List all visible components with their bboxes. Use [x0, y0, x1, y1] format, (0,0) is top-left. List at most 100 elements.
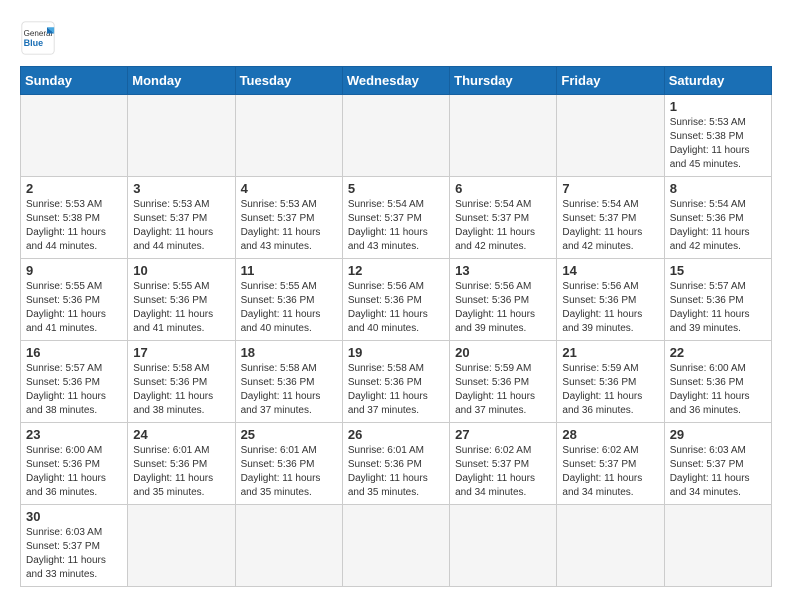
- calendar-cell: 16Sunrise: 5:57 AM Sunset: 5:36 PM Dayli…: [21, 341, 128, 423]
- day-number: 26: [348, 427, 444, 442]
- calendar-cell: [235, 95, 342, 177]
- header-monday: Monday: [128, 67, 235, 95]
- calendar-cell: 17 Sunrise: 5:58 AM Sunset: 5:36 PM Dayli…: [128, 341, 235, 423]
- calendar-cell: 5 Sunrise: 5:54 AM Sunset: 5:37 PM Daylig…: [342, 177, 449, 259]
- day-info: Sunrise: 6:02 AM Sunset: 5:37 PM Dayligh…: [455, 444, 551, 500]
- calendar-cell: 14 Sunrise: 5:56 AM Sunset: 5:36 PM Dayli…: [557, 259, 664, 341]
- calendar-cell: [664, 505, 771, 587]
- day-number: 21: [562, 345, 658, 360]
- day-number: 13: [455, 263, 551, 278]
- header-wednesday: Wednesday: [342, 67, 449, 95]
- calendar-cell: 29 Sunrise: 6:03 AM Sunset: 5:37 PM Dayli…: [664, 423, 771, 505]
- calendar-cell: 9 Sunrise: 5:55 AM Sunset: 5:36 PM Daylig…: [21, 259, 128, 341]
- day-info: Sunrise: 5:56 AM Sunset: 5:36 PM Dayligh…: [455, 280, 551, 336]
- day-number: 12: [348, 263, 444, 278]
- calendar-cell: [450, 505, 557, 587]
- day-info: Sunrise: 5:55 AM Sunset: 5:36 PM Dayligh…: [241, 280, 337, 336]
- header-tuesday: Tuesday: [235, 67, 342, 95]
- day-number: 27: [455, 427, 551, 442]
- day-number: 17: [133, 345, 229, 360]
- calendar-cell: 20 Sunrise: 5:59 AM Sunset: 5:36 PM Dayli…: [450, 341, 557, 423]
- day-number: 7: [562, 181, 658, 196]
- day-number: 19: [348, 345, 444, 360]
- day-info: Sunrise: 6:00 AM Sunset: 5:36 PM Dayligh…: [670, 362, 766, 418]
- calendar-week-4: 16Sunrise: 5:57 AM Sunset: 5:36 PM Dayli…: [21, 341, 772, 423]
- day-number: 5: [348, 181, 444, 196]
- day-number: 29: [670, 427, 766, 442]
- day-info: Sunrise: 5:54 AM Sunset: 5:37 PM Dayligh…: [348, 198, 444, 254]
- calendar-cell: 12Sunrise: 5:56 AM Sunset: 5:36 PM Dayli…: [342, 259, 449, 341]
- day-info: Sunrise: 5:54 AM Sunset: 5:36 PM Dayligh…: [670, 198, 766, 254]
- day-number: 10: [133, 263, 229, 278]
- header-saturday: Saturday: [664, 67, 771, 95]
- day-info: Sunrise: 6:01 AM Sunset: 5:36 PM Dayligh…: [133, 444, 229, 500]
- day-number: 8: [670, 181, 766, 196]
- calendar-cell: [128, 95, 235, 177]
- day-number: 25: [241, 427, 337, 442]
- calendar-cell: 24 Sunrise: 6:01 AM Sunset: 5:36 PM Dayli…: [128, 423, 235, 505]
- page-header: General Blue: [20, 20, 772, 56]
- day-info: Sunrise: 5:59 AM Sunset: 5:36 PM Dayligh…: [455, 362, 551, 418]
- calendar-cell: 13 Sunrise: 5:56 AM Sunset: 5:36 PM Dayli…: [450, 259, 557, 341]
- calendar-cell: 3Sunrise: 5:53 AM Sunset: 5:37 PM Daylig…: [128, 177, 235, 259]
- day-number: 23: [26, 427, 122, 442]
- day-number: 11: [241, 263, 337, 278]
- calendar-week-6: 30 Sunrise: 6:03 AM Sunset: 5:37 PM Dayli…: [21, 505, 772, 587]
- calendar-cell: 1Sunrise: 5:53 AM Sunset: 5:38 PM Daylig…: [664, 95, 771, 177]
- day-number: 20: [455, 345, 551, 360]
- day-info: Sunrise: 5:53 AM Sunset: 5:38 PM Dayligh…: [26, 198, 122, 254]
- day-number: 15: [670, 263, 766, 278]
- header-friday: Friday: [557, 67, 664, 95]
- calendar-cell: 2Sunrise: 5:53 AM Sunset: 5:38 PM Daylig…: [21, 177, 128, 259]
- logo-icon: General Blue: [20, 20, 56, 56]
- svg-text:Blue: Blue: [24, 38, 44, 48]
- calendar-week-2: 2Sunrise: 5:53 AM Sunset: 5:38 PM Daylig…: [21, 177, 772, 259]
- calendar-cell: [450, 95, 557, 177]
- calendar-cell: 15Sunrise: 5:57 AM Sunset: 5:36 PM Dayli…: [664, 259, 771, 341]
- day-info: Sunrise: 5:53 AM Sunset: 5:37 PM Dayligh…: [133, 198, 229, 254]
- calendar-cell: 27 Sunrise: 6:02 AM Sunset: 5:37 PM Dayli…: [450, 423, 557, 505]
- calendar-cell: 11 Sunrise: 5:55 AM Sunset: 5:36 PM Dayli…: [235, 259, 342, 341]
- day-number: 1: [670, 99, 766, 114]
- calendar-cell: [21, 95, 128, 177]
- day-info: Sunrise: 5:54 AM Sunset: 5:37 PM Dayligh…: [455, 198, 551, 254]
- day-number: 4: [241, 181, 337, 196]
- day-number: 28: [562, 427, 658, 442]
- calendar-cell: 6 Sunrise: 5:54 AM Sunset: 5:37 PM Daylig…: [450, 177, 557, 259]
- day-info: Sunrise: 5:58 AM Sunset: 5:36 PM Dayligh…: [348, 362, 444, 418]
- calendar-week-1: 1Sunrise: 5:53 AM Sunset: 5:38 PM Daylig…: [21, 95, 772, 177]
- calendar-cell: 23 Sunrise: 6:00 AM Sunset: 5:36 PM Dayli…: [21, 423, 128, 505]
- calendar-cell: [557, 95, 664, 177]
- calendar-cell: [128, 505, 235, 587]
- day-number: 30: [26, 509, 122, 524]
- calendar-cell: 26Sunrise: 6:01 AM Sunset: 5:36 PM Dayli…: [342, 423, 449, 505]
- day-info: Sunrise: 6:00 AM Sunset: 5:36 PM Dayligh…: [26, 444, 122, 500]
- calendar: SundayMondayTuesdayWednesdayThursdayFrid…: [20, 66, 772, 587]
- day-info: Sunrise: 6:02 AM Sunset: 5:37 PM Dayligh…: [562, 444, 658, 500]
- day-number: 24: [133, 427, 229, 442]
- day-info: Sunrise: 5:59 AM Sunset: 5:36 PM Dayligh…: [562, 362, 658, 418]
- calendar-cell: 4Sunrise: 5:53 AM Sunset: 5:37 PM Daylig…: [235, 177, 342, 259]
- day-info: Sunrise: 6:03 AM Sunset: 5:37 PM Dayligh…: [26, 526, 122, 582]
- day-info: Sunrise: 5:55 AM Sunset: 5:36 PM Dayligh…: [26, 280, 122, 336]
- header-thursday: Thursday: [450, 67, 557, 95]
- day-number: 6: [455, 181, 551, 196]
- day-info: Sunrise: 5:58 AM Sunset: 5:36 PM Dayligh…: [133, 362, 229, 418]
- day-info: Sunrise: 5:58 AM Sunset: 5:36 PM Dayligh…: [241, 362, 337, 418]
- day-number: 14: [562, 263, 658, 278]
- logo: General Blue: [20, 20, 62, 56]
- calendar-cell: 7 Sunrise: 5:54 AM Sunset: 5:37 PM Daylig…: [557, 177, 664, 259]
- day-number: 9: [26, 263, 122, 278]
- day-info: Sunrise: 6:03 AM Sunset: 5:37 PM Dayligh…: [670, 444, 766, 500]
- day-number: 22: [670, 345, 766, 360]
- day-info: Sunrise: 5:56 AM Sunset: 5:36 PM Dayligh…: [562, 280, 658, 336]
- calendar-cell: 28 Sunrise: 6:02 AM Sunset: 5:37 PM Dayli…: [557, 423, 664, 505]
- calendar-cell: 25Sunrise: 6:01 AM Sunset: 5:36 PM Dayli…: [235, 423, 342, 505]
- calendar-cell: 19 Sunrise: 5:58 AM Sunset: 5:36 PM Dayli…: [342, 341, 449, 423]
- calendar-cell: 30 Sunrise: 6:03 AM Sunset: 5:37 PM Dayli…: [21, 505, 128, 587]
- calendar-cell: [235, 505, 342, 587]
- day-info: Sunrise: 5:54 AM Sunset: 5:37 PM Dayligh…: [562, 198, 658, 254]
- calendar-cell: 10Sunrise: 5:55 AM Sunset: 5:36 PM Dayli…: [128, 259, 235, 341]
- calendar-cell: 18Sunrise: 5:58 AM Sunset: 5:36 PM Dayli…: [235, 341, 342, 423]
- header-sunday: Sunday: [21, 67, 128, 95]
